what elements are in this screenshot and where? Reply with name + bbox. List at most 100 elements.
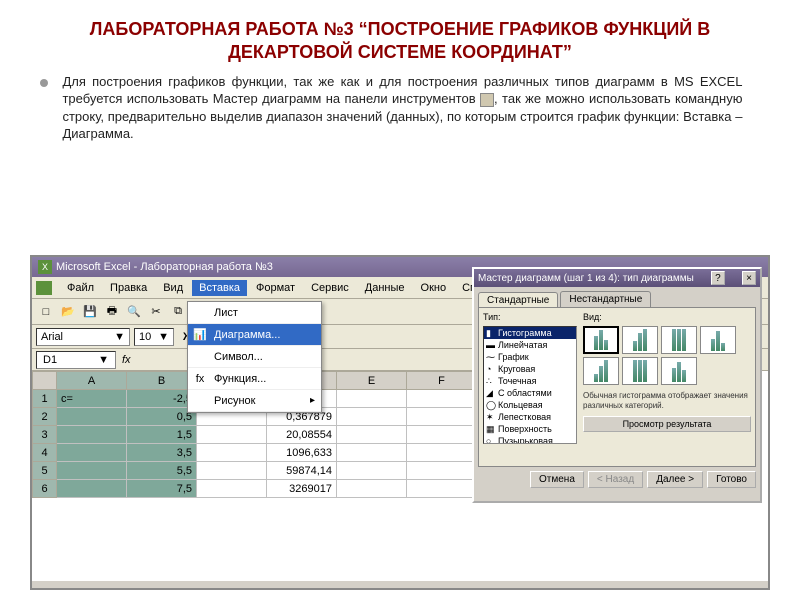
menu-tools[interactable]: Сервис xyxy=(304,280,356,296)
list-item[interactable]: ∴Точечная xyxy=(484,375,576,387)
row-header[interactable]: 6 xyxy=(33,480,57,498)
close-icon[interactable]: × xyxy=(742,271,756,285)
preview-result-button[interactable]: Просмотр результата xyxy=(583,416,751,432)
list-item[interactable]: ▮Гистограмма xyxy=(484,327,576,339)
menu-item-picture[interactable]: Рисунок▸ xyxy=(188,390,321,412)
cell[interactable] xyxy=(407,462,477,480)
cell[interactable]: 5,5 xyxy=(127,462,197,480)
cell[interactable] xyxy=(57,444,127,462)
col-header[interactable]: B xyxy=(127,372,197,390)
cell[interactable] xyxy=(57,480,127,498)
row-header[interactable]: 2 xyxy=(33,408,57,426)
preview-icon[interactable]: 🔍 xyxy=(124,302,144,322)
row-header[interactable]: 3 xyxy=(33,426,57,444)
print-icon[interactable]: 🖶 xyxy=(102,302,122,322)
cell[interactable] xyxy=(407,480,477,498)
list-item[interactable]: ◢С областями xyxy=(484,387,576,399)
open-icon[interactable]: 📂 xyxy=(58,302,78,322)
cell[interactable] xyxy=(337,444,407,462)
cell[interactable] xyxy=(197,462,267,480)
name-box[interactable]: D1▼ xyxy=(36,351,116,369)
chart-subtype[interactable] xyxy=(622,326,658,354)
cell[interactable]: -2,5 xyxy=(127,390,197,408)
font-size-select[interactable]: 10▼ xyxy=(134,328,174,346)
cell[interactable] xyxy=(407,426,477,444)
cell[interactable]: 0,5 xyxy=(127,408,197,426)
cell[interactable]: c= xyxy=(57,390,127,408)
list-item[interactable]: ⁓График xyxy=(484,351,576,363)
list-item[interactable]: ○Пузырьковая xyxy=(484,435,576,444)
menu-file[interactable]: Файл xyxy=(60,280,101,296)
cell[interactable] xyxy=(57,426,127,444)
cell[interactable] xyxy=(337,462,407,480)
save-icon[interactable]: 💾 xyxy=(80,302,100,322)
cell[interactable] xyxy=(197,444,267,462)
menu-data[interactable]: Данные xyxy=(358,280,412,296)
menu-item-sheet[interactable]: Лист xyxy=(188,302,321,324)
close-icon[interactable]: ? xyxy=(711,271,725,285)
copy-icon[interactable]: ⧉ xyxy=(168,302,188,322)
chart-subtype[interactable] xyxy=(661,326,697,354)
menu-item-chart[interactable]: 📊Диаграмма... xyxy=(188,324,321,346)
area-icon: ◢ xyxy=(486,388,496,398)
list-item[interactable]: ✶Лепестковая xyxy=(484,411,576,423)
chart-type-list[interactable]: ▮Гистограмма ▬Линейчатая ⁓График ◔Кругов… xyxy=(483,326,577,444)
chart-subtype[interactable] xyxy=(583,326,619,354)
cut-icon[interactable]: ✂ xyxy=(146,302,166,322)
chart-wizard-inline-icon xyxy=(480,93,494,107)
cell[interactable] xyxy=(337,426,407,444)
cell[interactable] xyxy=(407,390,477,408)
chart-subtype[interactable] xyxy=(583,357,619,385)
cell[interactable] xyxy=(407,444,477,462)
menu-format[interactable]: Формат xyxy=(249,280,302,296)
list-item[interactable]: ◔Круговая xyxy=(484,363,576,375)
cell[interactable]: 59874,14 xyxy=(267,462,337,480)
chart-subtype[interactable] xyxy=(622,357,658,385)
col-header[interactable]: E xyxy=(337,372,407,390)
cell[interactable]: 7,5 xyxy=(127,480,197,498)
cell[interactable] xyxy=(57,462,127,480)
cell[interactable]: 3,5 xyxy=(127,444,197,462)
col-header[interactable]: F xyxy=(407,372,477,390)
cell[interactable] xyxy=(337,390,407,408)
menu-view[interactable]: Вид xyxy=(156,280,190,296)
back-button[interactable]: < Назад xyxy=(588,471,643,488)
histogram-icon: ▮ xyxy=(486,328,496,338)
excel-app-icon: X xyxy=(38,260,52,274)
chart-subtype[interactable] xyxy=(661,357,697,385)
new-icon[interactable]: □ xyxy=(36,302,56,322)
chevron-right-icon: ▸ xyxy=(310,395,315,406)
menu-edit[interactable]: Правка xyxy=(103,280,154,296)
col-header[interactable]: A xyxy=(57,372,127,390)
tab-nonstandard[interactable]: Нестандартные xyxy=(560,291,651,307)
cell[interactable] xyxy=(337,408,407,426)
cancel-button[interactable]: Отмена xyxy=(530,471,584,488)
cell[interactable] xyxy=(337,480,407,498)
row-header[interactable]: 5 xyxy=(33,462,57,480)
cell[interactable]: 1096,633 xyxy=(267,444,337,462)
cell[interactable]: 20,08554 xyxy=(267,426,337,444)
select-all[interactable] xyxy=(33,372,57,390)
menu-insert[interactable]: Вставка xyxy=(192,280,247,296)
cell[interactable]: 3269017 xyxy=(267,480,337,498)
tab-standard[interactable]: Стандартные xyxy=(478,292,558,308)
fx-icon[interactable]: fx xyxy=(122,354,131,366)
cell[interactable] xyxy=(407,408,477,426)
done-button[interactable]: Готово xyxy=(707,471,756,488)
list-item[interactable]: ▬Линейчатая xyxy=(484,339,576,351)
chart-wizard-dialog: Мастер диаграмм (шаг 1 из 4): тип диагра… xyxy=(472,267,762,503)
cell[interactable] xyxy=(197,480,267,498)
cell[interactable]: 1,5 xyxy=(127,426,197,444)
list-item[interactable]: ◯Кольцевая xyxy=(484,399,576,411)
cell[interactable] xyxy=(57,408,127,426)
menu-item-symbol[interactable]: Символ... xyxy=(188,346,321,368)
cell[interactable] xyxy=(197,426,267,444)
row-header[interactable]: 1 xyxy=(33,390,57,408)
menu-window[interactable]: Окно xyxy=(414,280,454,296)
chart-subtype[interactable] xyxy=(700,326,736,354)
font-name-select[interactable]: Arial▼ xyxy=(36,328,130,346)
menu-item-function[interactable]: fxФункция... xyxy=(188,368,321,390)
row-header[interactable]: 4 xyxy=(33,444,57,462)
next-button[interactable]: Далее > xyxy=(647,471,703,488)
list-item[interactable]: ▦Поверхность xyxy=(484,423,576,435)
